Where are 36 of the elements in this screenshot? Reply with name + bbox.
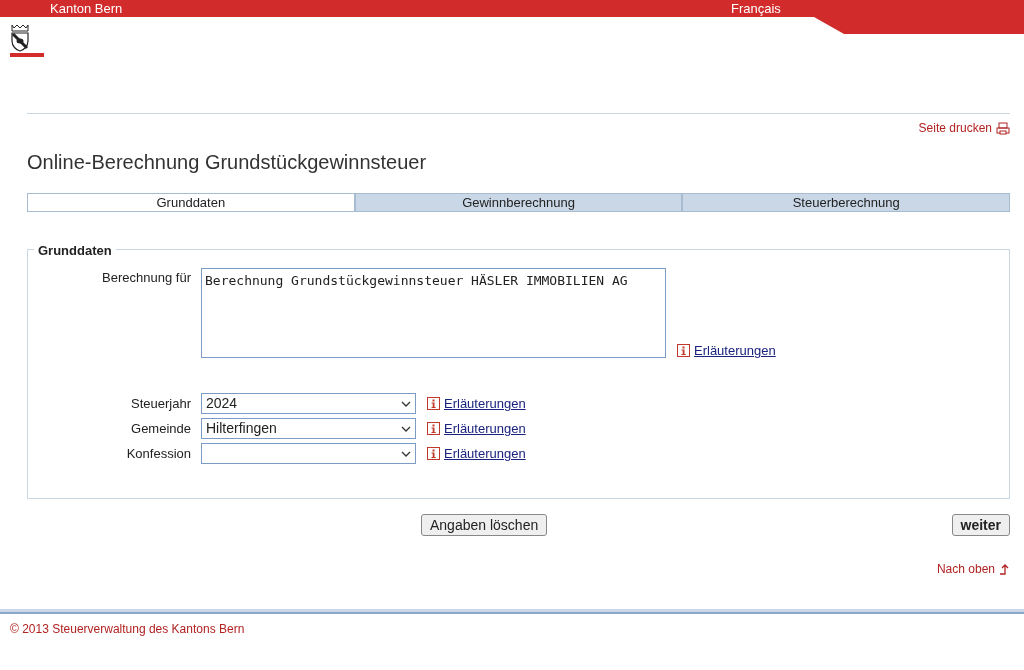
info-icon bbox=[677, 343, 690, 357]
info-icon bbox=[427, 447, 440, 460]
page-title: Online-Berechnung Grundstückgewinnsteuer bbox=[27, 150, 428, 175]
info-icon bbox=[427, 397, 440, 410]
select-field[interactable]: Hilterfingen bbox=[201, 418, 416, 439]
step-tab[interactable]: Grunddaten bbox=[27, 193, 355, 212]
site-name: Kanton Bern bbox=[50, 0, 123, 17]
printer-icon bbox=[996, 121, 1010, 135]
chevron-down-icon bbox=[401, 400, 411, 407]
step-tab[interactable]: Gewinnberechnung bbox=[354, 193, 683, 212]
help-link[interactable]: Erläuterungen bbox=[444, 443, 526, 464]
text-area[interactable]: Berechnung Grundstückgewinnsteuer HÄSLER IMMOBILIEN AG bbox=[201, 268, 666, 358]
clear-button[interactable]: Angaben löschen bbox=[421, 514, 548, 536]
help-link[interactable]: Erläuterungen bbox=[694, 340, 776, 360]
field-label: Gemeinde bbox=[130, 419, 192, 438]
field-label: Konfession bbox=[125, 444, 192, 463]
select-value: Hilterfingen bbox=[206, 419, 277, 438]
info-icon bbox=[427, 422, 440, 435]
select-field[interactable] bbox=[201, 443, 416, 464]
logo-underline bbox=[10, 53, 44, 57]
next-button[interactable]: weiter bbox=[951, 514, 1010, 536]
arrow-up-icon bbox=[999, 563, 1010, 575]
print-link[interactable]: Seite drucken bbox=[918, 119, 1010, 137]
select-value: 2024 bbox=[206, 394, 238, 413]
select-field[interactable]: 2024 bbox=[201, 393, 416, 414]
chevron-down-icon bbox=[401, 450, 411, 457]
coat-of-arms-icon bbox=[10, 24, 30, 52]
step-tab[interactable]: Steuerberechnung bbox=[682, 193, 1010, 212]
help-link[interactable]: Erläuterungen bbox=[444, 418, 526, 439]
field-label: Steuerjahr bbox=[130, 394, 192, 413]
help-link[interactable]: Erläuterungen bbox=[444, 393, 526, 414]
chevron-down-icon bbox=[401, 425, 411, 432]
footer-text: © 2013 Steuerverwaltung des Kantons Bern bbox=[10, 621, 246, 638]
back-to-top-link[interactable]: Nach oben bbox=[936, 560, 1010, 578]
field-label: Berechnung für bbox=[101, 269, 192, 287]
language-link[interactable]: Français bbox=[731, 0, 781, 17]
